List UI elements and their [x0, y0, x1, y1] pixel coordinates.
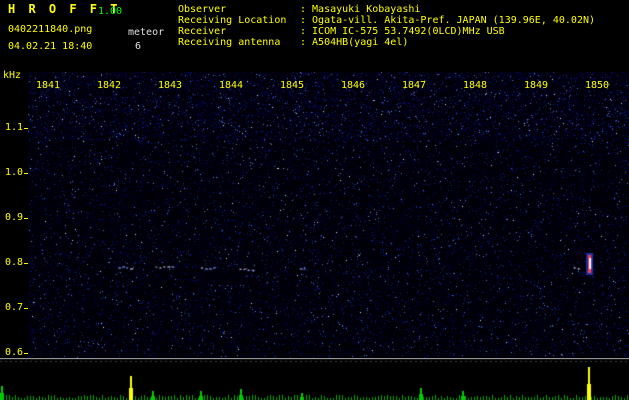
echo-count: 6	[135, 41, 142, 52]
info-row: Observer : Masayuki Kobayashi	[178, 4, 595, 15]
freq-tick	[24, 173, 28, 174]
freq-label: 0.9	[5, 212, 24, 223]
freq-tick	[24, 353, 28, 354]
freq-tick	[24, 308, 28, 309]
time-label: 1846	[341, 80, 366, 91]
info-value: : ICOM IC-575 53.7492(0LCD)MHz USB	[300, 26, 505, 37]
freq-tick	[24, 218, 28, 219]
time-label: 1847	[402, 80, 427, 91]
freq-tick	[24, 128, 28, 129]
info-label: Receiver	[178, 26, 227, 37]
app-version: 1.00	[98, 6, 123, 17]
freq-unit-label: kHz	[3, 70, 22, 81]
info-label: Receiving Location	[178, 15, 287, 26]
mode-label: meteor	[128, 27, 165, 38]
info-label: Observer	[178, 4, 227, 15]
time-label: 1842	[97, 80, 122, 91]
info-row: Receiving Location : Ogata-vill. Akita-Pr…	[178, 15, 595, 26]
time-label: 1843	[158, 80, 183, 91]
info-row: Receiver : ICOM IC-575 53.7492(0LCD)MHz U…	[178, 26, 595, 37]
timestamp: 04.02.21 18:40	[8, 41, 93, 52]
freq-label: 1.1	[5, 122, 24, 133]
info-label: Receiving antenna	[178, 37, 281, 48]
freq-label: 0.8	[5, 257, 24, 268]
freq-label: 0.7	[5, 302, 24, 313]
freq-label: 1.0	[5, 167, 24, 178]
output-filename: 0402211840.png	[8, 24, 93, 35]
time-label: 1849	[524, 80, 549, 91]
time-label: 1844	[219, 80, 244, 91]
time-label: 1845	[280, 80, 305, 91]
time-label: 1848	[463, 80, 488, 91]
info-value: : Masayuki Kobayashi	[300, 4, 421, 15]
freq-label: 0.6	[5, 347, 24, 358]
time-label: 1841	[36, 80, 61, 91]
info-value: : Ogata-vill. Akita-Pref. JAPAN (139.96E…	[300, 15, 596, 26]
signal-strength-graph	[0, 358, 629, 400]
info-value: : A504HB(yagi 4el)	[300, 37, 409, 48]
hrofft-window: H R O F F T 1.00 0402211840.png meteor 0…	[0, 0, 629, 400]
station-info-block: Observer: Masayuki Kobayashi Receiving Lo…	[178, 4, 595, 48]
spectrogram-canvas	[28, 72, 629, 358]
time-label: 1850	[585, 80, 610, 91]
info-row: Receiving antenna : A504HB(yagi 4el)	[178, 37, 595, 48]
freq-tick	[24, 263, 28, 264]
